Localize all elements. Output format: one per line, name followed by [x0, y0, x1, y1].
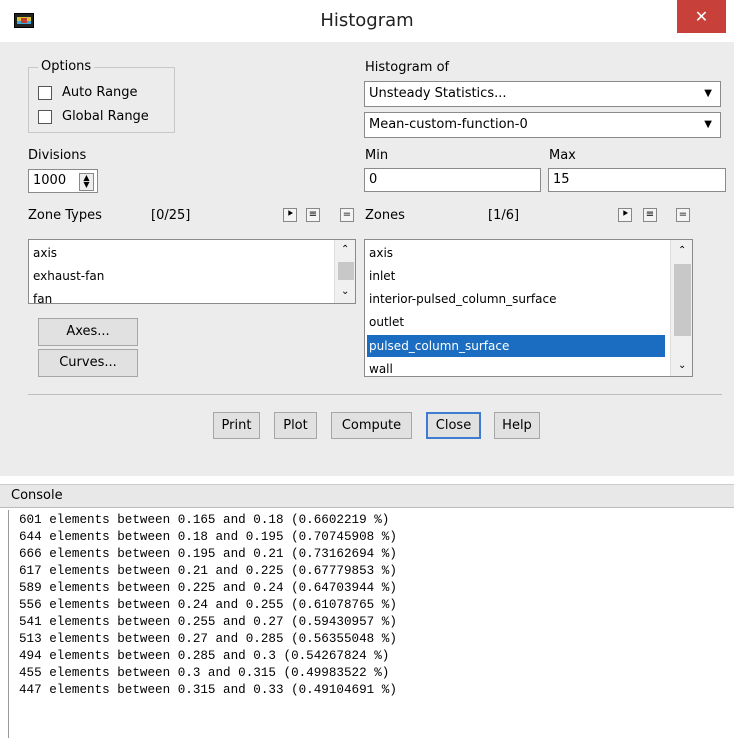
- scroll-down-icon[interactable]: ⌄: [678, 360, 686, 371]
- scroll-down-icon[interactable]: ⌄: [341, 286, 349, 297]
- list-item[interactable]: inlet: [369, 269, 395, 283]
- scroll-thumb[interactable]: [674, 264, 691, 336]
- histogram-category-dropdown[interactable]: Unsteady Statistics... ▼: [364, 81, 721, 107]
- histogram-dialog: Histogram ✕ Options Auto Range Global Ra…: [0, 0, 734, 476]
- select-toggle-icon[interactable]: ⯈: [618, 208, 632, 222]
- zones-label: Zones: [365, 208, 405, 223]
- global-range-label: Global Range: [62, 109, 149, 124]
- console-output[interactable]: 601 elements between 0.165 and 0.18 (0.6…: [8, 510, 732, 738]
- console-line: 601 elements between 0.165 and 0.18 (0.6…: [19, 513, 390, 527]
- zones-list[interactable]: axis inlet interior-pulsed_column_surfac…: [364, 239, 693, 377]
- console-line: 494 elements between 0.285 and 0.3 (0.54…: [19, 649, 390, 663]
- histogram-of-label: Histogram of: [365, 60, 450, 75]
- console-line: 513 elements between 0.27 and 0.285 (0.5…: [19, 632, 397, 646]
- list-item[interactable]: axis: [33, 246, 57, 260]
- stepper-arrows-icon[interactable]: ▲ ▼: [79, 173, 94, 191]
- max-label: Max: [549, 148, 576, 163]
- divisions-value: 1000: [33, 173, 67, 188]
- console-line: 556 elements between 0.24 and 0.255 (0.6…: [19, 598, 397, 612]
- global-range-checkbox[interactable]: [38, 110, 52, 124]
- divisions-label: Divisions: [28, 148, 87, 163]
- console-line: 666 elements between 0.195 and 0.21 (0.7…: [19, 547, 397, 561]
- scrollbar[interactable]: ⌃ ⌄: [670, 240, 692, 376]
- auto-range-label: Auto Range: [62, 85, 138, 100]
- axes-button[interactable]: Axes...: [38, 318, 138, 346]
- deselect-all-icon[interactable]: =: [340, 208, 354, 222]
- divisions-stepper[interactable]: 1000 ▲ ▼: [28, 169, 98, 193]
- chevron-down-icon: ▼: [704, 119, 712, 130]
- console-line: 617 elements between 0.21 and 0.225 (0.6…: [19, 564, 397, 578]
- scrollbar[interactable]: ⌃ ⌄: [334, 240, 355, 303]
- select-all-icon[interactable]: ≡: [306, 208, 320, 222]
- chevron-down-icon: ▼: [704, 88, 712, 99]
- min-field[interactable]: 0: [364, 168, 541, 192]
- zone-types-label: Zone Types: [28, 208, 102, 223]
- zone-types-list[interactable]: axis exhaust-fan fan ⌃ ⌄: [28, 239, 356, 304]
- print-button[interactable]: Print: [213, 412, 260, 439]
- console-line: 447 elements between 0.315 and 0.33 (0.4…: [19, 683, 397, 697]
- console-line: 541 elements between 0.255 and 0.27 (0.5…: [19, 615, 397, 629]
- console-line: 644 elements between 0.18 and 0.195 (0.7…: [19, 530, 397, 544]
- histogram-category-value: Unsteady Statistics...: [369, 86, 507, 101]
- divider: [28, 394, 722, 395]
- scroll-thumb[interactable]: [338, 262, 354, 280]
- close-window-button[interactable]: ✕: [677, 0, 726, 33]
- list-item[interactable]: interior-pulsed_column_surface: [369, 292, 556, 306]
- console-label: Console: [0, 484, 734, 508]
- min-label: Min: [365, 148, 389, 163]
- list-item[interactable]: fan: [33, 292, 52, 303]
- console-line: 589 elements between 0.225 and 0.24 (0.6…: [19, 581, 397, 595]
- list-item[interactable]: exhaust-fan: [33, 269, 104, 283]
- list-item-selected[interactable]: pulsed_column_surface: [367, 335, 665, 357]
- scroll-up-icon[interactable]: ⌃: [341, 244, 349, 255]
- list-item[interactable]: outlet: [369, 315, 404, 329]
- auto-range-checkbox[interactable]: [38, 86, 52, 100]
- help-button[interactable]: Help: [494, 412, 540, 439]
- window-title: Histogram: [320, 10, 414, 31]
- zone-types-count: [0/25]: [151, 208, 191, 223]
- histogram-field-value: Mean-custom-function-0: [369, 117, 528, 132]
- curves-button[interactable]: Curves...: [38, 349, 138, 377]
- max-field[interactable]: 15: [548, 168, 726, 192]
- list-item[interactable]: axis: [369, 246, 393, 260]
- close-button[interactable]: Close: [426, 412, 481, 439]
- select-toggle-icon[interactable]: ⯈: [283, 208, 297, 222]
- list-item[interactable]: wall: [369, 362, 393, 376]
- compute-button[interactable]: Compute: [331, 412, 412, 439]
- title-bar[interactable]: Histogram ✕: [0, 0, 734, 42]
- select-all-icon[interactable]: ≡: [643, 208, 657, 222]
- zones-count: [1/6]: [488, 208, 520, 223]
- plot-button[interactable]: Plot: [274, 412, 317, 439]
- console-line: 455 elements between 0.3 and 0.315 (0.49…: [19, 666, 390, 680]
- histogram-field-dropdown[interactable]: Mean-custom-function-0 ▼: [364, 112, 721, 138]
- deselect-all-icon[interactable]: =: [676, 208, 690, 222]
- options-group-label: Options: [38, 59, 95, 74]
- scroll-up-icon[interactable]: ⌃: [678, 245, 686, 256]
